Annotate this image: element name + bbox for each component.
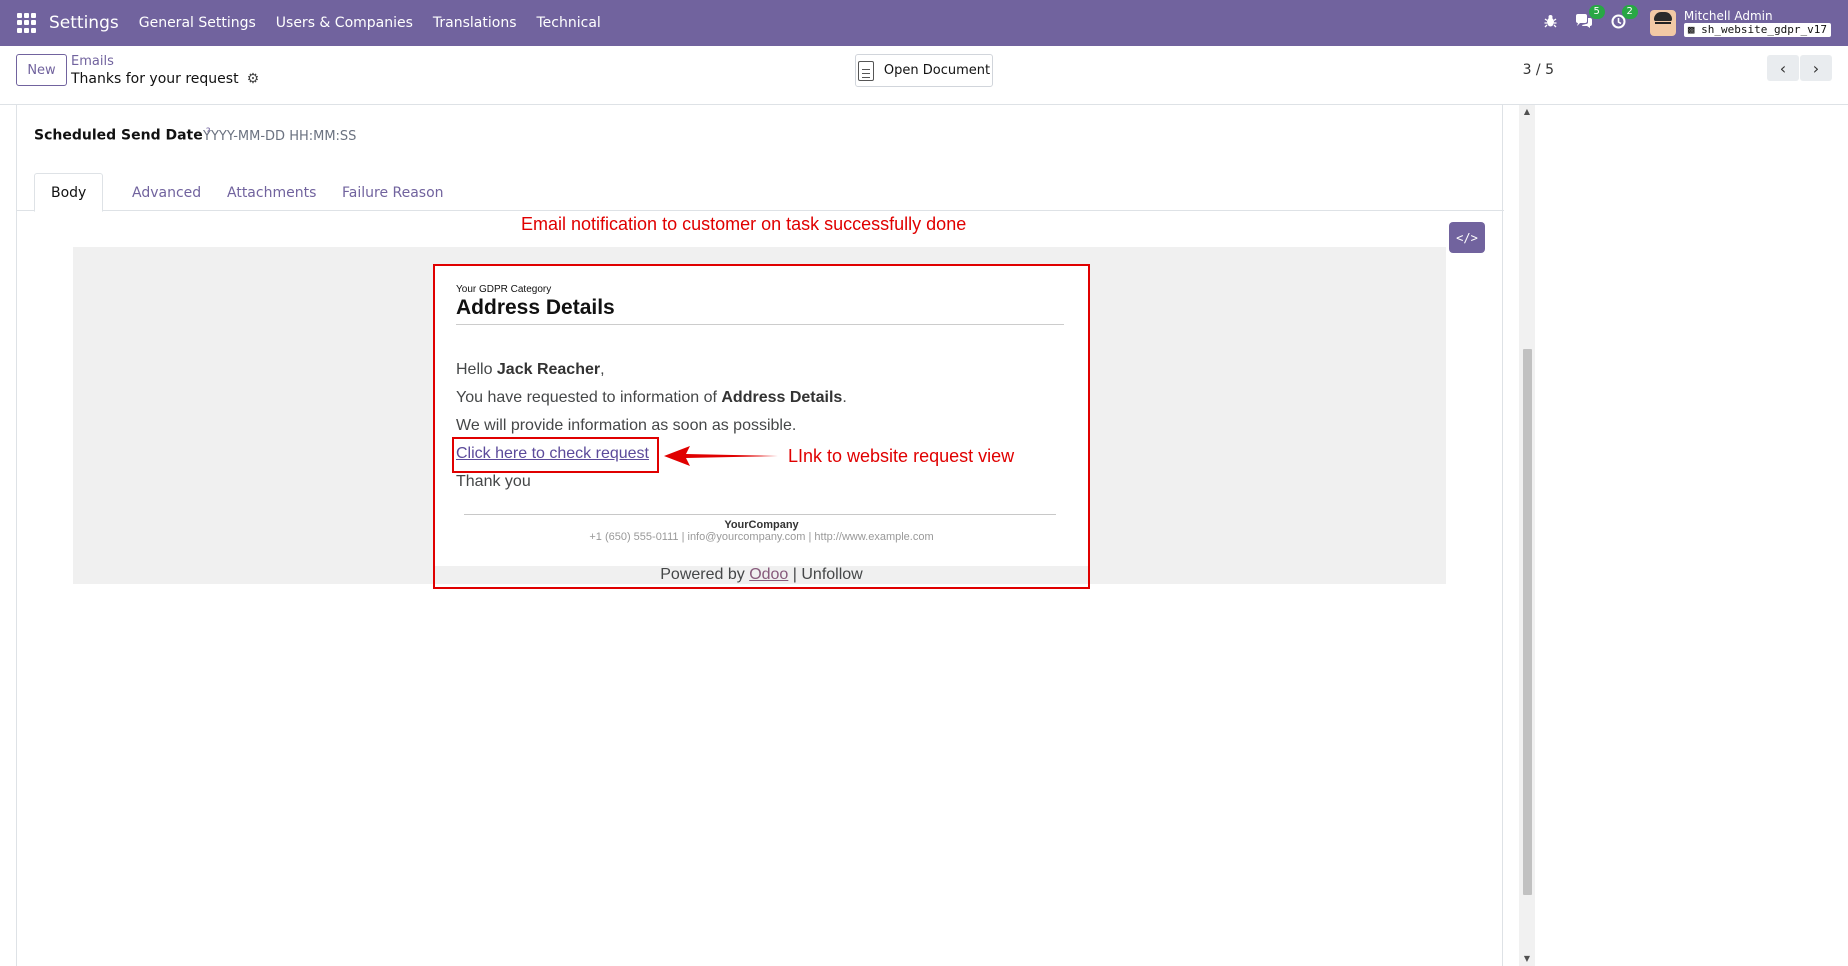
annotation-box-email — [433, 264, 1090, 589]
vertical-scrollbar[interactable]: ▲ ▼ — [1519, 105, 1535, 966]
annotation-top: Email notification to customer on task s… — [521, 214, 967, 234]
menu-users-companies[interactable]: Users & Companies — [276, 15, 413, 31]
annotation-box-link — [452, 437, 659, 473]
database-name: ▩ sh_website_gdpr_v17 — [1683, 23, 1831, 37]
menu-translations[interactable]: Translations — [433, 15, 517, 31]
annotation-link: LInk to website request view — [788, 446, 1015, 466]
scroll-down-icon[interactable]: ▼ — [1519, 952, 1535, 966]
document-icon — [857, 60, 874, 81]
pager-previous-button[interactable]: ‹ — [1767, 55, 1799, 81]
app-title[interactable]: Settings — [49, 13, 119, 33]
pager-value[interactable]: 3 / 5 — [1523, 58, 1554, 82]
open-document-button[interactable]: Open Document — [855, 54, 993, 87]
notebook-tabs: Body Advanced Attachments Failure Reason — [17, 166, 1504, 212]
new-button[interactable]: New — [16, 54, 67, 86]
control-panel: New Emails Thanks for your request ⚙ Ope… — [0, 46, 1848, 105]
menu-general-settings[interactable]: General Settings — [139, 15, 256, 31]
annotation-arrow-icon — [664, 446, 778, 466]
systray: 5 2 Mitchell Admin ▩ sh_website_gdpr_v17 — [1526, 0, 1831, 46]
activities-badge: 2 — [1621, 4, 1638, 19]
user-name: Mitchell Admin — [1683, 9, 1773, 23]
pager-next-button[interactable]: › — [1800, 55, 1832, 81]
tab-advanced[interactable]: Advanced — [116, 173, 217, 212]
tab-attachments[interactable]: Attachments — [211, 173, 332, 212]
user-avatar[interactable] — [1649, 10, 1676, 36]
scheduled-send-date-label: Scheduled Send Date? — [34, 127, 211, 144]
code-view-button[interactable]: </> — [1449, 222, 1485, 253]
gear-icon[interactable]: ⚙ — [247, 71, 260, 87]
scroll-thumb[interactable] — [1523, 349, 1532, 895]
apps-menu-icon[interactable] — [17, 13, 37, 33]
scroll-up-icon[interactable]: ▲ — [1519, 105, 1535, 119]
bug-icon[interactable] — [1544, 14, 1557, 32]
user-menu[interactable]: Mitchell Admin ▩ sh_website_gdpr_v17 — [1683, 9, 1831, 37]
menu-technical[interactable]: Technical — [537, 15, 601, 31]
record-title: Thanks for your request ⚙ — [71, 71, 259, 87]
database-name-text: sh_website_gdpr_v17 — [1701, 23, 1827, 36]
tab-failure-reason[interactable]: Failure Reason — [326, 173, 460, 212]
top-navbar: Settings General Settings Users & Compan… — [0, 0, 1848, 46]
record-title-text: Thanks for your request — [71, 71, 239, 87]
scheduled-send-date-input[interactable]: YYYY-MM-DD HH:MM:SS — [203, 129, 356, 144]
open-document-label: Open Document — [883, 63, 991, 78]
activities-clock-icon[interactable]: 2 — [1611, 4, 1638, 33]
breadcrumb-emails[interactable]: Emails — [71, 54, 114, 69]
tab-body[interactable]: Body — [34, 173, 104, 212]
scheduled-send-date-label-text: Scheduled Send Date — [34, 127, 203, 144]
messages-icon[interactable]: 5 — [1575, 4, 1605, 33]
messages-badge: 5 — [1588, 4, 1605, 19]
